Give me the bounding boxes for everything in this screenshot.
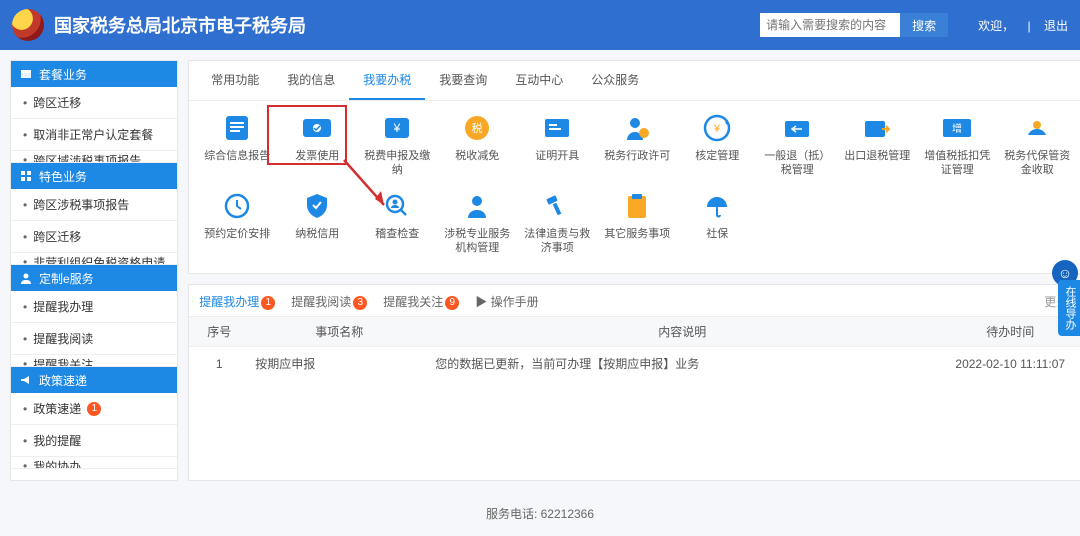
custody-icon: [1020, 113, 1054, 143]
ntab-handle[interactable]: 提醒我办理1: [199, 293, 275, 310]
svg-text:¥: ¥: [713, 123, 721, 135]
sidebar-item[interactable]: 跨区迁移: [11, 221, 177, 253]
umbrella-icon: [700, 191, 734, 221]
discount-icon: 税: [460, 113, 494, 143]
footer-text: 服务电话: 62212366: [0, 491, 1080, 536]
col-seq: 序号: [189, 317, 249, 347]
sidebar-item[interactable]: 提醒我阅读: [11, 323, 177, 355]
app-header: 国家税务总局北京市电子税务局 搜索 欢迎， | 退出: [0, 0, 1080, 50]
table-row[interactable]: 1 按期应申报 您的数据已更新，当前可办理【按期应申报】业务 2022-02-1…: [189, 347, 1080, 381]
tab-interaction[interactable]: 互动中心: [501, 61, 577, 100]
search-input[interactable]: [760, 13, 900, 37]
app-shenbao[interactable]: ¥税费申报及缴纳: [359, 113, 435, 177]
app-daibao[interactable]: 税务代保管资金收取: [999, 113, 1075, 177]
report-icon: [220, 113, 254, 143]
sidebar-header-dingzhi[interactable]: 定制e服务: [11, 265, 177, 291]
main-tabs: 常用功能 我的信息 我要办税 我要查询 互动中心 公众服务: [189, 61, 1080, 101]
notice-tabs: 提醒我办理1 提醒我阅读3 提醒我关注9 ▶ 操作手册 更多>: [189, 285, 1080, 317]
app-tuishui[interactable]: 一般退（抵）税管理: [759, 113, 835, 177]
sidebar-header-zhengce[interactable]: 政策速递: [11, 367, 177, 393]
app-qita[interactable]: 其它服务事项: [599, 191, 675, 255]
notice-panel: 提醒我办理1 提醒我阅读3 提醒我关注9 ▶ 操作手册 更多> 序号 事项名称 …: [188, 284, 1080, 481]
sidebar-item[interactable]: 跨区域涉税事项报告: [11, 151, 177, 163]
tab-query[interactable]: 我要查询: [425, 61, 501, 100]
sidebar-header-taocan[interactable]: 套餐业务: [11, 61, 177, 87]
sidebar-item[interactable]: 非营利组织免税资格申请: [11, 253, 177, 265]
ticket-icon: [300, 113, 334, 143]
svg-text:¥: ¥: [393, 121, 401, 135]
ntab-read[interactable]: 提醒我阅读3: [291, 293, 367, 310]
svg-text:税: 税: [472, 121, 483, 135]
person-gear-icon: [620, 113, 654, 143]
sidebar-item[interactable]: 提醒我关注: [11, 355, 177, 367]
badge: 1: [87, 402, 101, 416]
notice-table: 序号 事项名称 内容说明 待办时间 1 按期应申报 您的数据已更新，当前可办理【…: [189, 317, 1080, 380]
money-card-icon: ¥: [380, 113, 414, 143]
sidebar-item[interactable]: 跨区迁移: [11, 87, 177, 119]
tab-myinfo[interactable]: 我的信息: [273, 61, 349, 100]
tab-public[interactable]: 公众服务: [577, 61, 653, 100]
user-greeting: 欢迎，: [978, 19, 1014, 33]
person-icon: [19, 271, 33, 285]
sidebar-item[interactable]: 跨区涉税事项报告: [11, 189, 177, 221]
app-yuyue[interactable]: 预约定价安排: [199, 191, 275, 255]
app-zhengming[interactable]: 证明开具: [519, 113, 595, 177]
app-xinyong[interactable]: 纳税信用: [279, 191, 355, 255]
tab-common[interactable]: 常用功能: [197, 61, 273, 100]
person-service-icon: [460, 191, 494, 221]
search-box: 搜索: [760, 13, 948, 37]
badge: 1: [261, 296, 275, 310]
app-heding[interactable]: ¥核定管理: [679, 113, 755, 177]
clock-icon: [220, 191, 254, 221]
shield-check-icon: [300, 191, 334, 221]
app-jicha[interactable]: 稽查检查: [359, 191, 435, 255]
badge: 9: [445, 296, 459, 310]
refresh-money-icon: ¥: [700, 113, 734, 143]
grid-icon: [19, 169, 33, 183]
app-chukou[interactable]: 出口退税管理: [839, 113, 915, 177]
export-icon: [860, 113, 894, 143]
package-icon: [19, 67, 33, 81]
app-zonghe[interactable]: 综合信息报告: [199, 113, 275, 177]
sidebar-item[interactable]: 提醒我办理: [11, 291, 177, 323]
certificate-icon: [540, 113, 574, 143]
app-title: 国家税务总局北京市电子税务局: [54, 12, 760, 38]
sidebar-item[interactable]: 我的协办: [11, 457, 177, 469]
app-grid: 综合信息报告 发票使用 ¥税费申报及缴纳 税税收减免 证明开具 税务行政许可 ¥…: [189, 101, 1080, 273]
sidebar-item[interactable]: 政策速递 1: [11, 393, 177, 425]
float-help-button[interactable]: 在线导办: [1058, 280, 1080, 336]
refund-icon: [780, 113, 814, 143]
ntab-follow[interactable]: 提醒我关注9: [383, 293, 459, 310]
magnify-person-icon: [380, 191, 414, 221]
app-xuke[interactable]: 税务行政许可: [599, 113, 675, 177]
app-sheshui[interactable]: 涉税专业服务机构管理: [439, 191, 515, 255]
svg-text:增: 增: [952, 122, 962, 135]
col-desc: 内容说明: [429, 317, 935, 347]
search-button[interactable]: 搜索: [900, 13, 948, 37]
gavel-icon: [540, 191, 574, 221]
clipboard-icon: [620, 191, 654, 221]
sidebar: 套餐业务 跨区迁移 取消非正常户认定套餐 跨区域涉税事项报告 特色业务 跨区涉税…: [10, 60, 178, 481]
badge: 3: [353, 296, 367, 310]
tab-do-tax[interactable]: 我要办税: [349, 61, 425, 100]
col-name: 事项名称: [249, 317, 429, 347]
voucher-icon: 增: [940, 113, 974, 143]
sidebar-item[interactable]: 取消非正常户认定套餐: [11, 119, 177, 151]
main-panel: 常用功能 我的信息 我要办税 我要查询 互动中心 公众服务 综合信息报告 发票使…: [188, 60, 1080, 274]
app-zengzhishui[interactable]: 增增值税抵扣凭证管理: [919, 113, 995, 177]
sidebar-header-tese[interactable]: 特色业务: [11, 163, 177, 189]
app-fapiao[interactable]: 发票使用: [279, 113, 355, 177]
sidebar-item[interactable]: 我的提醒: [11, 425, 177, 457]
header-links: 欢迎， | 退出: [968, 17, 1068, 34]
app-falv[interactable]: 法律追责与救济事项: [519, 191, 595, 255]
megaphone-icon: [19, 373, 33, 387]
logout-link[interactable]: | 退出: [1028, 19, 1068, 33]
ntab-manual[interactable]: ▶ 操作手册: [475, 293, 538, 310]
app-shebao[interactable]: 社保: [679, 191, 755, 255]
tax-emblem-icon: [12, 9, 44, 41]
app-jianmian[interactable]: 税税收减免: [439, 113, 515, 177]
